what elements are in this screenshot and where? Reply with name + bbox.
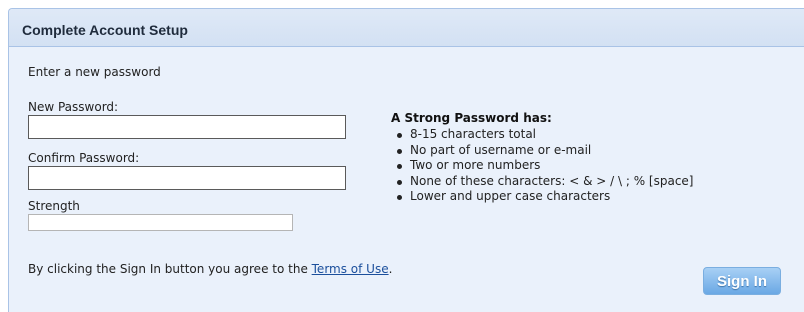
strength-meter <box>28 214 293 231</box>
bullet-icon <box>397 148 402 154</box>
rule-item: No part of username or e-mail <box>391 143 693 159</box>
strength-label: Strength <box>28 199 80 213</box>
confirm-password-field[interactable] <box>28 166 346 190</box>
rule-item: Lower and upper case characters <box>391 189 693 205</box>
bullet-icon <box>397 179 402 185</box>
panel-header: Complete Account Setup <box>9 9 804 47</box>
terms-prefix: By clicking the Sign In button you agree… <box>28 262 312 276</box>
rule-item: Two or more numbers <box>391 158 693 174</box>
new-password-label: New Password: <box>28 100 119 114</box>
rule-text: Two or more numbers <box>410 158 541 172</box>
rule-text: Lower and upper case characters <box>410 189 611 203</box>
password-rules-title: A Strong Password has: <box>391 111 552 125</box>
terms-suffix: . <box>388 262 393 276</box>
password-rules-list: 8-15 characters total No part of usernam… <box>391 127 693 205</box>
rule-text: 8-15 characters total <box>410 127 537 141</box>
panel-title: Complete Account Setup <box>22 22 188 38</box>
terms-notice: By clicking the Sign In button you agree… <box>28 262 392 276</box>
bullet-icon <box>397 133 402 138</box>
instruction-text: Enter a new password <box>28 65 161 79</box>
terms-of-use-link[interactable]: Terms of Use <box>312 262 389 276</box>
bullet-icon <box>397 164 402 169</box>
rule-text: No part of username or e-mail <box>410 142 592 157</box>
rule-item: 8-15 characters total <box>391 127 693 143</box>
new-password-field[interactable] <box>28 115 346 139</box>
sign-in-button[interactable]: Sign In <box>703 267 781 295</box>
rule-text: None of these characters: < & > / \ ; % … <box>410 173 694 188</box>
confirm-password-label: Confirm Password: <box>28 151 140 165</box>
rule-item: None of these characters: < & > / \ ; % … <box>391 174 693 190</box>
bullet-icon <box>397 195 402 200</box>
